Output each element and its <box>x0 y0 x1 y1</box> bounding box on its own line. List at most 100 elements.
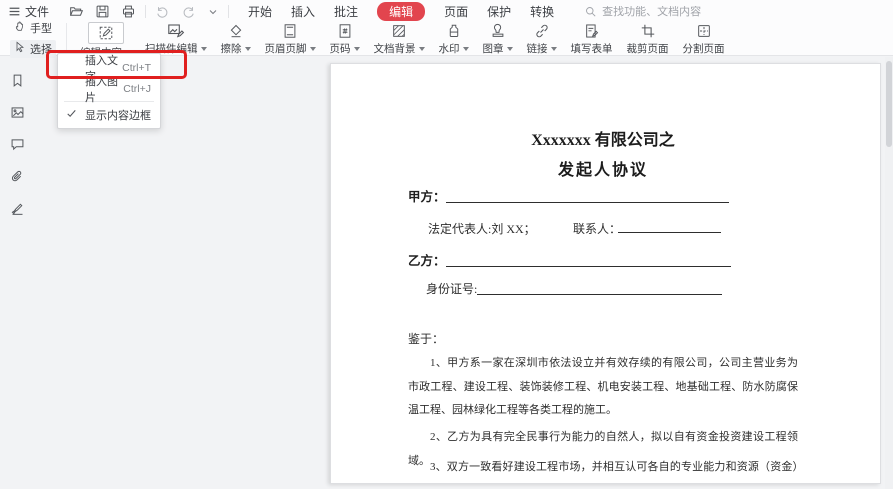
ribbon-row: 手型 选择 编辑内容 <box>0 20 893 56</box>
chevron-down-icon <box>354 47 360 54</box>
hand-tool-button[interactable]: 手型 <box>10 19 56 37</box>
toolbar: 文件 <box>0 0 893 56</box>
select-tool-button[interactable]: 选择 <box>10 40 56 58</box>
search-icon <box>584 5 597 18</box>
party-a-blank <box>446 190 729 203</box>
link-icon <box>534 22 550 40</box>
page-number-icon <box>337 22 353 40</box>
edit-content-icon <box>88 22 124 44</box>
header-footer-button[interactable]: 页眉页脚 <box>258 20 323 56</box>
legal-rep-row: 法定代表人:刘 XX； 联系人： <box>408 220 798 236</box>
edit-content-dropdown-menu: 插入文字 Ctrl+T 插入图片 Ctrl+J 显示内容边框 <box>57 53 161 129</box>
fill-form-button[interactable]: 填写表单 <box>564 20 620 56</box>
file-menu-button[interactable]: 文件 <box>8 3 49 20</box>
search-box <box>584 5 742 18</box>
header-footer-label: 页眉页脚 <box>265 41 307 56</box>
watermark-label: 水印 <box>439 41 460 56</box>
comment-icon[interactable] <box>6 133 28 155</box>
stamp-icon <box>490 22 506 40</box>
tab-insert[interactable]: 插入 <box>291 3 315 20</box>
link-label: 链接 <box>527 41 548 56</box>
quick-actions <box>69 4 136 19</box>
chevron-down-icon <box>201 47 207 54</box>
signature-icon[interactable] <box>6 197 28 219</box>
tab-convert[interactable]: 转换 <box>530 3 554 20</box>
chevron-down-icon <box>551 47 557 54</box>
menu-item-insert-image[interactable]: 插入图片 Ctrl+J <box>58 78 160 99</box>
bookmark-icon[interactable] <box>6 69 28 91</box>
tab-edit-active[interactable]: 编辑 <box>377 2 425 21</box>
ribbon-tabs: 开始 插入 批注 编辑 页面 保护 转换 <box>248 2 554 21</box>
page-number-label: 页码 <box>330 41 351 56</box>
scan-edit-icon <box>167 22 185 40</box>
side-rail <box>4 69 30 219</box>
page-number-button[interactable]: 页码 <box>323 20 367 56</box>
doc-background-icon <box>391 22 407 40</box>
thumbnail-icon[interactable] <box>6 101 28 123</box>
erase-icon <box>228 22 244 40</box>
divider <box>66 23 67 53</box>
divider <box>228 5 229 18</box>
link-button[interactable]: 链接 <box>520 20 564 56</box>
doc-title-line1: Xxxxxxx 有限公司之 <box>408 126 798 150</box>
scan-edit-button[interactable]: 扫描件编辑 <box>138 20 214 56</box>
chevron-down-icon <box>245 47 251 54</box>
pdf-editor-window: 文件 <box>0 0 893 489</box>
chevron-down-icon <box>419 47 425 54</box>
whereas-label: 鉴于： <box>408 330 798 347</box>
redo-icon[interactable] <box>181 4 196 19</box>
vertical-scrollbar[interactable] <box>885 57 893 489</box>
erase-button[interactable]: 擦除 <box>214 20 258 56</box>
undo-icon[interactable] <box>155 4 170 19</box>
legal-rep-label: 法定代表人:刘 XX； <box>428 220 536 237</box>
header-footer-icon <box>282 22 298 40</box>
document-content: Xxxxxxx 有限公司之 发起人协议 甲方： 法定代表人:刘 XX； 联系人：… <box>408 64 798 483</box>
doc-background-button[interactable]: 文档背景 <box>367 20 432 56</box>
chevron-down-icon <box>507 47 513 54</box>
print-icon[interactable] <box>121 4 136 19</box>
select-tool-label: 选择 <box>30 41 52 57</box>
save-icon[interactable] <box>95 4 110 19</box>
stamp-label: 图章 <box>483 41 504 56</box>
tab-start[interactable]: 开始 <box>248 3 272 20</box>
party-b-blank <box>446 254 731 267</box>
watermark-icon <box>446 22 462 40</box>
tab-comment[interactable]: 批注 <box>334 3 358 20</box>
clause-1: 1、甲方系一家在深圳市依法设立并有效存续的有限公司，公司主营业务为市政工程、建设… <box>408 352 798 423</box>
menu-item-show-content-border[interactable]: 显示内容边框 <box>58 104 160 125</box>
doc-title-line2: 发起人协议 <box>408 156 798 180</box>
party-b-row: 乙方： <box>408 250 798 270</box>
fill-form-icon <box>584 22 600 40</box>
tab-protect[interactable]: 保护 <box>487 3 511 20</box>
insert-image-label: 插入图片 <box>85 73 123 105</box>
titlebar-row: 文件 <box>0 0 893 20</box>
party-a-label: 甲方： <box>408 190 446 204</box>
select-tool-icon <box>14 41 26 56</box>
split-page-label: 分割页面 <box>683 41 725 56</box>
hamburger-menu-icon <box>8 5 21 18</box>
more-actions-icon[interactable] <box>207 6 219 18</box>
insert-image-shortcut: Ctrl+J <box>123 83 151 95</box>
pointer-tools: 手型 选择 <box>6 20 60 56</box>
erase-label: 擦除 <box>221 41 242 56</box>
hand-tool-icon <box>14 20 26 35</box>
scrollbar-thumb[interactable] <box>886 61 892 147</box>
tab-page[interactable]: 页面 <box>444 3 468 20</box>
insert-text-shortcut: Ctrl+T <box>122 62 151 74</box>
crop-page-button[interactable]: 裁剪页面 <box>620 20 676 56</box>
search-input[interactable] <box>602 6 742 18</box>
id-row: 身份证号: <box>408 280 798 298</box>
pdf-page[interactable]: Xxxxxxx 有限公司之 发起人协议 甲方： 法定代表人:刘 XX； 联系人：… <box>330 63 881 484</box>
open-file-icon[interactable] <box>69 4 84 19</box>
id-blank <box>477 282 722 295</box>
attachment-icon[interactable] <box>6 165 28 187</box>
stamp-button[interactable]: 图章 <box>476 20 520 56</box>
watermark-button[interactable]: 水印 <box>432 20 476 56</box>
show-content-border-label: 显示内容边框 <box>85 107 151 123</box>
divider <box>145 5 146 18</box>
history-actions <box>155 4 219 19</box>
contact-label: 联系人： <box>573 220 621 237</box>
chevron-down-icon <box>310 47 316 54</box>
contact-blank <box>618 220 721 233</box>
split-page-button[interactable]: 分割页面 <box>676 20 732 56</box>
